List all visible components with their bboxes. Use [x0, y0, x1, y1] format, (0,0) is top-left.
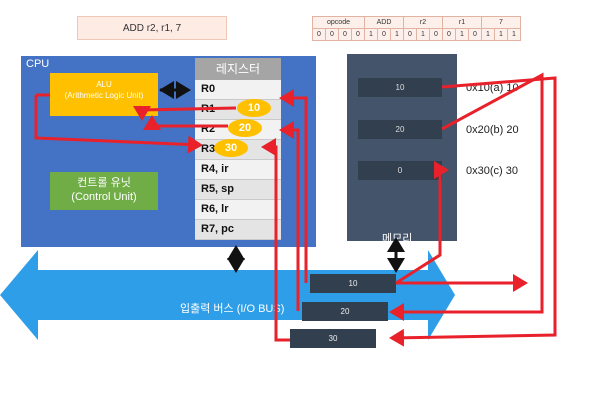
arrow-alu-to-r3: [34, 95, 203, 154]
value-oval-20: 20: [228, 119, 262, 137]
arrow-bus-to-mem-c: [395, 161, 449, 285]
diagram-canvas: ADD r2, r1, 7 opcode ADD r2 r1 7 0000101…: [0, 0, 600, 400]
value-oval-10: 10: [237, 99, 271, 117]
arrow-r2-to-alu: [143, 115, 228, 130]
arrow-r1-to-alu: [133, 106, 237, 121]
arrow-bus-to-r2: [279, 121, 300, 311]
arrow-bus-to-r1: [279, 89, 308, 283]
data-flow-arrows: [34, 72, 557, 347]
value-oval-30: 30: [214, 139, 248, 157]
arrow-mem-b-to-bus: [389, 72, 544, 321]
arrow-mem-a-to-bus: [389, 76, 557, 347]
arrow-r3-to-bus: [261, 138, 290, 342]
